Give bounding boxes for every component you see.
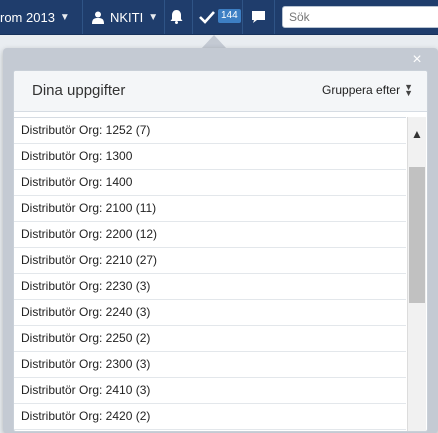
notifications-button[interactable]: [170, 0, 183, 34]
chevron-down-icon: ▼: [148, 11, 159, 23]
task-list: Distributör Org: 1252 (7) Distributör Org…: [14, 117, 406, 431]
card-header: Dina uppgifter Gruppera efter ▼ ▼: [14, 71, 427, 112]
group-by-label: Gruppera efter: [322, 83, 401, 97]
task-group-item[interactable]: Distributör Org: 2230 (3): [14, 274, 406, 300]
tasks-card: Dina uppgifter Gruppera efter ▼ ▼ Distrib…: [13, 70, 428, 432]
search-input[interactable]: [283, 7, 438, 27]
close-icon[interactable]: ×: [409, 52, 425, 68]
bell-icon: [170, 10, 183, 24]
group-by-button[interactable]: Gruppera efter ▼ ▼: [322, 82, 413, 98]
workspace-menu[interactable]: rom 2013 ▼: [0, 0, 70, 34]
checkmark-icon: [199, 11, 215, 24]
task-group-item[interactable]: Distributör Org: 2240 (3): [14, 300, 406, 326]
user-label: NKITI: [110, 9, 144, 25]
user-menu[interactable]: NKITI ▼: [92, 0, 158, 34]
task-group-item[interactable]: Distributör Org: 2410 (3): [14, 378, 406, 404]
divider: [242, 0, 243, 34]
scroll-up-icon[interactable]: ▲: [408, 127, 426, 141]
task-group-item[interactable]: Distributör Org: 1252 (7): [14, 118, 406, 144]
divider: [274, 0, 275, 34]
task-group-item[interactable]: Distributör Org: 1400: [14, 170, 406, 196]
search-box: [282, 6, 438, 28]
task-group-item[interactable]: Distributör Org: 2420 (2): [14, 404, 406, 430]
chat-button[interactable]: [251, 0, 266, 34]
scrollbar-thumb[interactable]: [409, 167, 425, 303]
divider: [164, 0, 165, 34]
chevron-down-icon: ▼: [59, 11, 70, 23]
user-icon: [92, 11, 104, 24]
divider: [82, 0, 83, 34]
task-group-item[interactable]: Distributör Org: 2300 (3): [14, 352, 406, 378]
top-navigation-bar: rom 2013 ▼ NKITI ▼ 144: [0, 0, 438, 35]
task-group-item[interactable]: Distributör Org: 2100 (11): [14, 196, 406, 222]
double-chevron-down-icon: ▼ ▼: [404, 82, 413, 98]
tasks-count-badge: 144: [218, 9, 241, 23]
tasks-button[interactable]: [199, 0, 215, 34]
task-group-item[interactable]: Distributör Org: 2200 (12): [14, 222, 406, 248]
task-group-item[interactable]: Distributör Org: 2250 (2): [14, 326, 406, 352]
chat-icon: [252, 11, 265, 23]
task-group-item[interactable]: Distributör Org: 1300: [14, 144, 406, 170]
divider: [192, 0, 193, 34]
workspace-label: rom 2013: [0, 9, 55, 25]
task-group-item[interactable]: Distributör Org: 2210 (27): [14, 248, 406, 274]
dropdown-caret: [201, 35, 227, 49]
panel-title: Dina uppgifter: [32, 82, 126, 99]
scrollbar[interactable]: ▲: [407, 117, 426, 431]
